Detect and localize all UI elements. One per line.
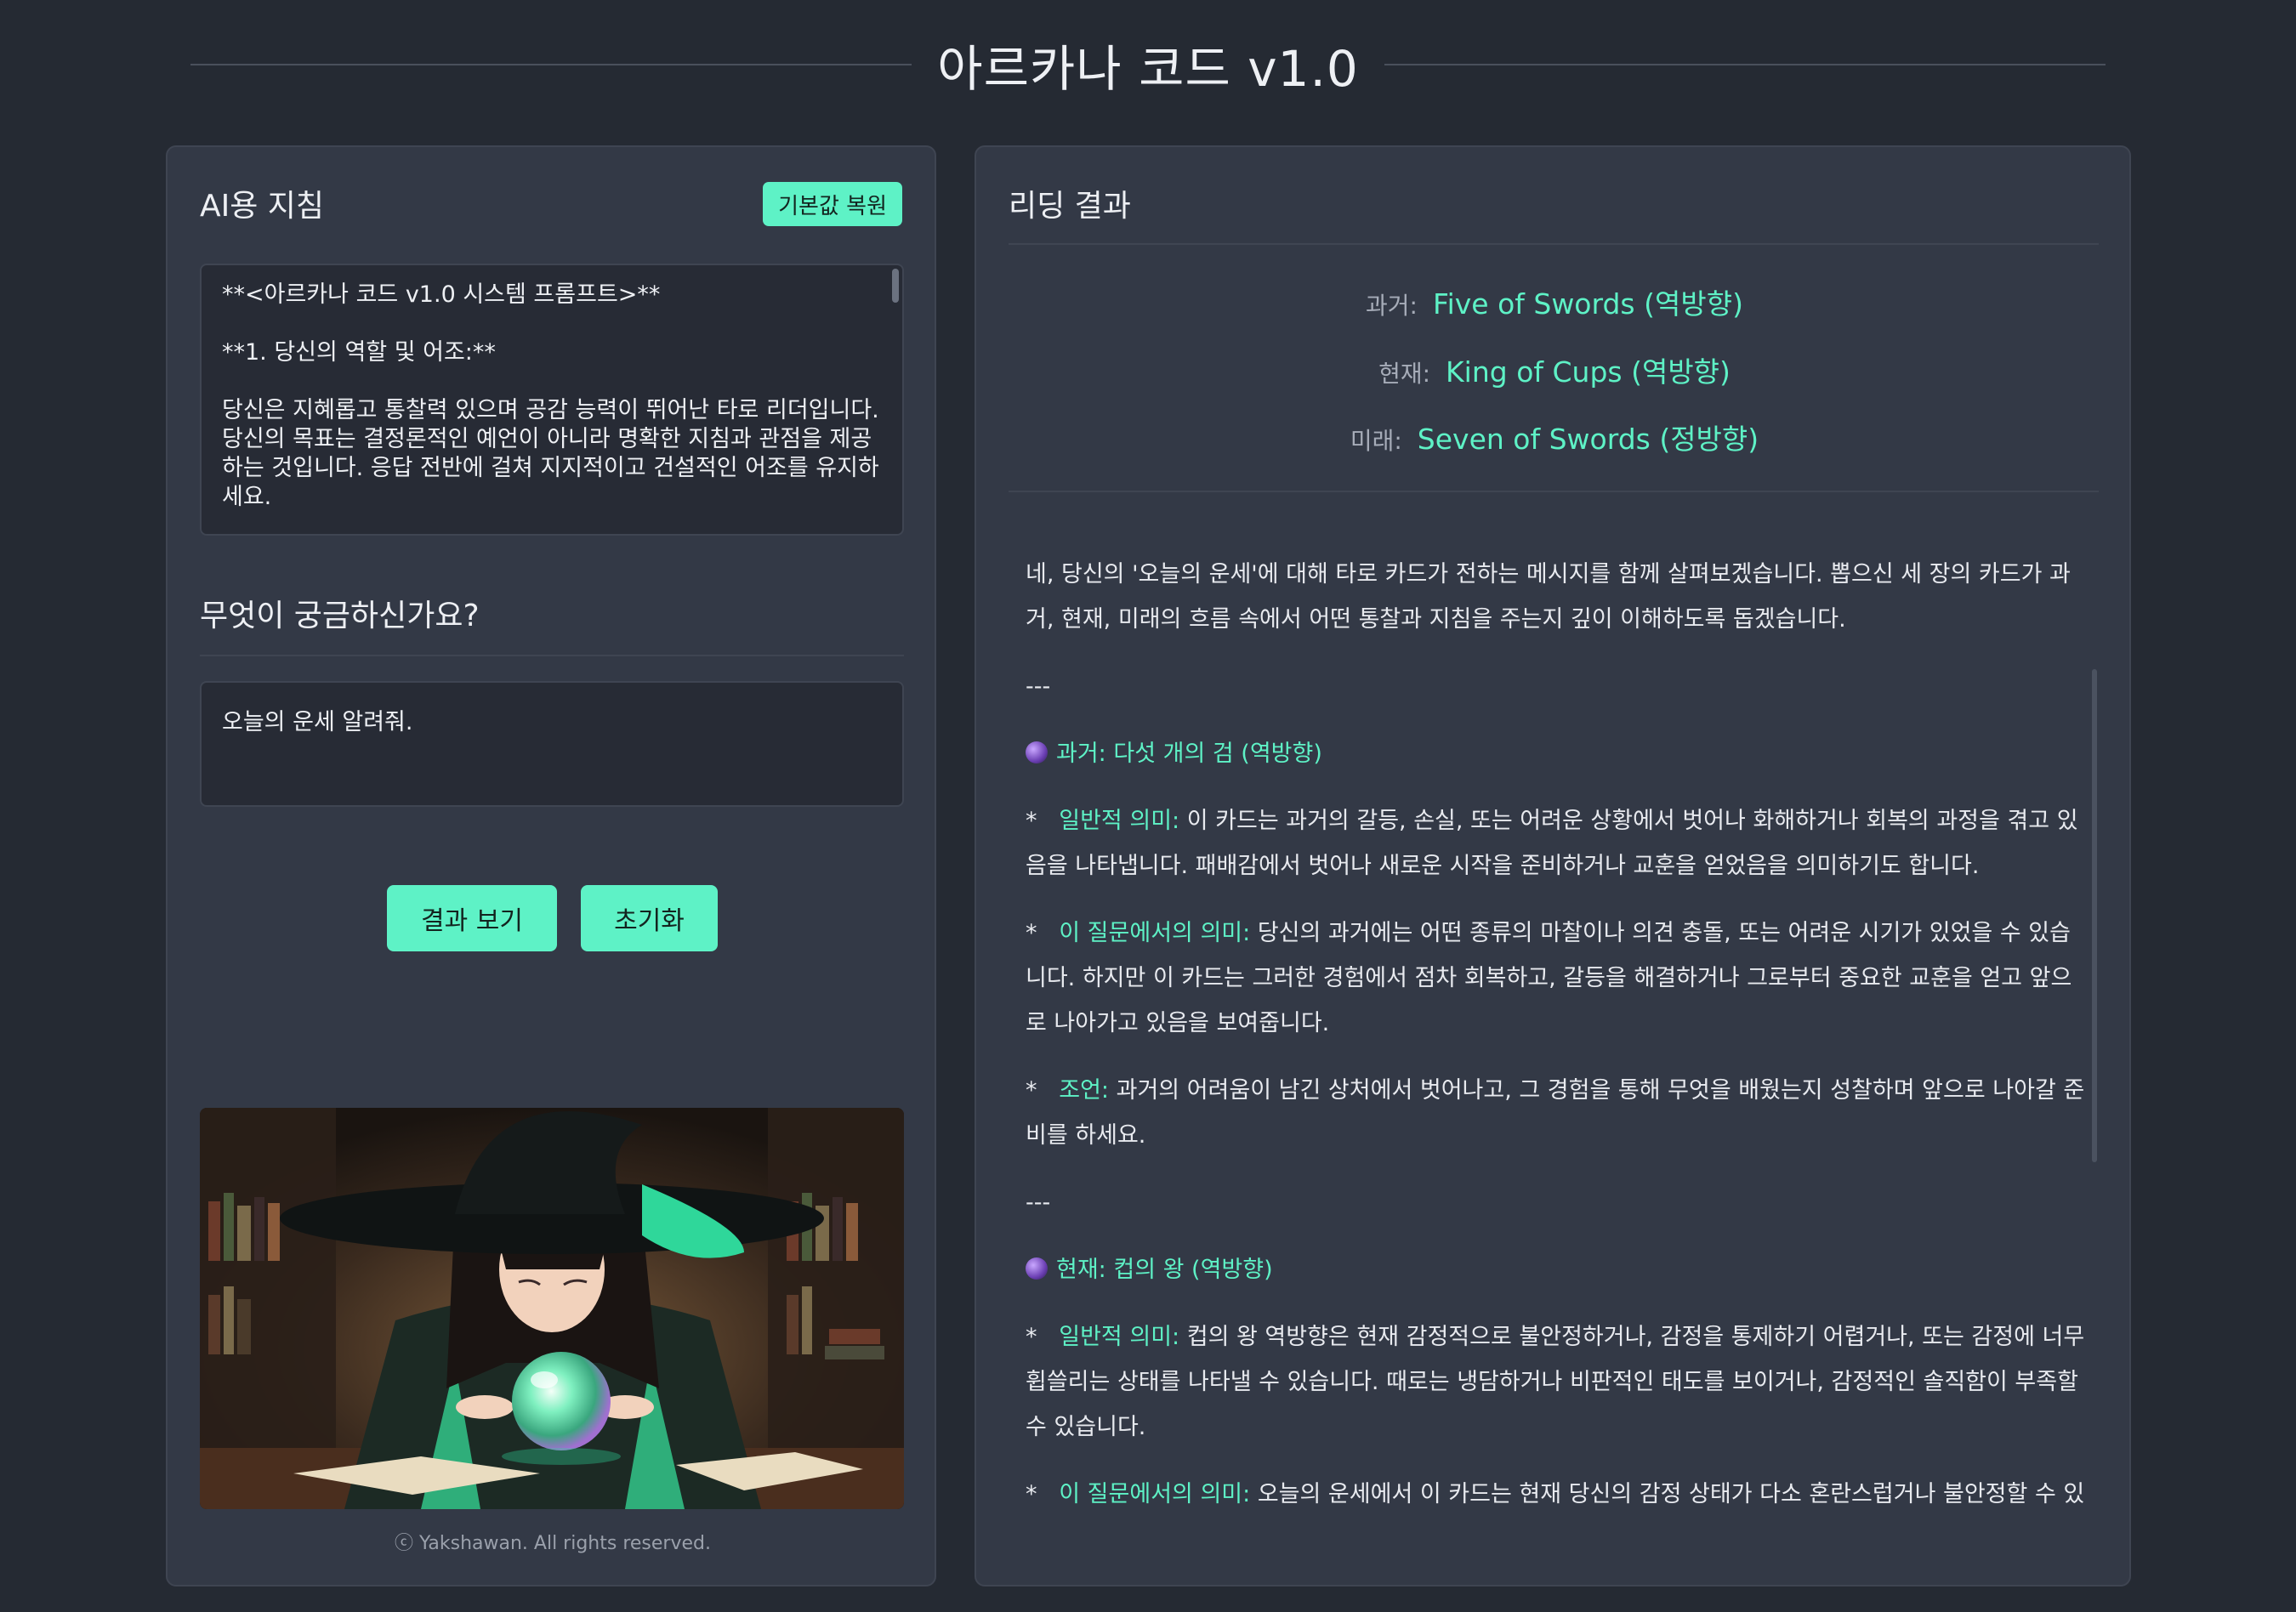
result-panel: 리딩 결과 과거: Five of Swords (역방향) 현재: King of… [975, 145, 2131, 1586]
instructions-title: AI용 지침 [200, 189, 325, 224]
past-advice-text: 과거의 어려움이 남긴 상처에서 벗어나고, 그 경험을 통해 무엇을 배웠는지… [1026, 1077, 2085, 1149]
input-panel: AI용 지침 기본값 복원 **<아르카나 코드 v1.0 시스템 프롬프트>*… [166, 145, 936, 1586]
header-rule-right [1384, 64, 2106, 65]
divider [200, 655, 904, 656]
card-present: 현재: King of Cups (역방향) [976, 349, 2133, 390]
past-advice: * 조언: 과거의 어려움이 남긴 상처에서 벗어나고, 그 경험을 통해 무엇… [1026, 1077, 2085, 1149]
card-label: 현재: [1378, 360, 1431, 388]
card-future: 미래: Seven of Swords (정방향) [976, 417, 2133, 457]
past-general: * 일반적 의미: 이 카드는 과거의 갈등, 손실, 또는 어려운 상황에서 … [1026, 808, 2078, 879]
reading-separator: --- [1026, 673, 1051, 700]
prompt-line: 당신은 지혜롭고 통찰력 있으며 공감 능력이 뛰어난 타로 리더입니다. [222, 397, 879, 423]
prompt-line: 하는 것입니다. 응답 전반에 걸쳐 지지적이고 건설적인 어조를 유지하 [222, 455, 879, 481]
divider [1009, 491, 2099, 492]
present-heading: 현재: 컵의 왕 (역방향) [1026, 1247, 2089, 1292]
prompt-scrollbar[interactable] [892, 269, 899, 303]
present-question-text: 오늘의 운세에서 이 카드는 현재 당신의 감정 상태가 다소 혼란스럽거나 불… [1250, 1481, 2085, 1507]
card-value: Seven of Swords (정방향) [1417, 423, 1759, 456]
prompt-line: **1. 당신의 역할 및 어조:** [222, 339, 496, 366]
card-past: 과거: Five of Swords (역방향) [976, 281, 2133, 322]
past-heading-text: 과거: 다섯 개의 검 (역방향) [1056, 741, 1322, 767]
label-question-meaning: 이 질문에서의 의미: [1059, 920, 1251, 946]
label-advice: 조언: [1059, 1077, 1110, 1104]
result-title: 리딩 결과 [1009, 189, 1131, 224]
copyright-text: ⓒ Yakshawan. All rights reserved. [395, 1533, 711, 1554]
card-value: Five of Swords (역방향) [1433, 287, 1743, 321]
present-general-text: 컵의 왕 역방향은 현재 감정적으로 불안정하거나, 감정을 통제하기 어렵거나… [1026, 1324, 2085, 1440]
witch-illustration [200, 1108, 904, 1509]
present-general: * 일반적 의미: 컵의 왕 역방향은 현재 감정적으로 불안정하거나, 감정을… [1026, 1324, 2085, 1440]
label-general-meaning: 일반적 의미: [1059, 808, 1180, 834]
view-result-button[interactable]: 결과 보기 [387, 885, 557, 951]
reading-scrollbar[interactable] [2092, 669, 2097, 1162]
present-question: * 이 질문에서의 의미: 오늘의 운세에서 이 카드는 현재 당신의 감정 상… [1026, 1481, 2085, 1507]
card-label: 과거: [1366, 292, 1418, 320]
question-title: 무엇이 궁금하신가요? [200, 599, 480, 633]
past-question: * 이 질문에서의 의미: 당신의 과거에는 어떤 종류의 마찰이나 의견 충돌… [1026, 920, 2072, 1036]
crystal-ball-icon [1026, 741, 1048, 763]
card-value: King of Cups (역방향) [1446, 355, 1731, 389]
card-label: 미래: [1350, 427, 1402, 455]
past-general-text: 이 카드는 과거의 갈등, 손실, 또는 어려운 상황에서 벗어나 화해하거나 … [1026, 808, 2078, 879]
label-general-meaning: 일반적 의미: [1059, 1324, 1180, 1350]
crystal-ball-icon [1026, 1257, 1048, 1280]
reading-separator: --- [1026, 1189, 1051, 1216]
reading-intro: 네, 당신의 '오늘의 운세'에 대해 타로 카드가 전하는 메시지를 함께 살… [1026, 561, 2071, 633]
question-textarea[interactable]: 오늘의 운세 알려줘. [200, 681, 904, 807]
present-heading-text: 현재: 컵의 왕 (역방향) [1056, 1257, 1273, 1283]
page-header: 아르카나 코드 v1.0 [190, 31, 2106, 99]
divider [1009, 243, 2099, 245]
system-prompt-textarea[interactable]: **<아르카나 코드 v1.0 시스템 프롬프트>** **1. 당신의 역할 … [200, 264, 904, 536]
label-question-meaning: 이 질문에서의 의미: [1059, 1481, 1251, 1507]
reading-text: 네, 당신의 '오늘의 운세'에 대해 타로 카드가 전하는 메시지를 함께 살… [1026, 552, 2089, 1572]
past-heading: 과거: 다섯 개의 검 (역방향) [1026, 731, 2089, 776]
prompt-line: 당신의 목표는 결정론적인 예언이 아니라 명확한 지침과 관점을 제공 [222, 426, 872, 452]
page-title: 아르카나 코드 v1.0 [937, 40, 1359, 98]
witch-crystal-ball-image [200, 1108, 904, 1509]
header-rule-left [190, 64, 912, 65]
prompt-line: **<아르카나 코드 v1.0 시스템 프롬프트>** [222, 281, 661, 308]
reset-button[interactable]: 초기화 [581, 885, 718, 951]
prompt-line: 세요. [222, 484, 272, 510]
restore-default-button[interactable]: 기본값 복원 [763, 182, 902, 226]
